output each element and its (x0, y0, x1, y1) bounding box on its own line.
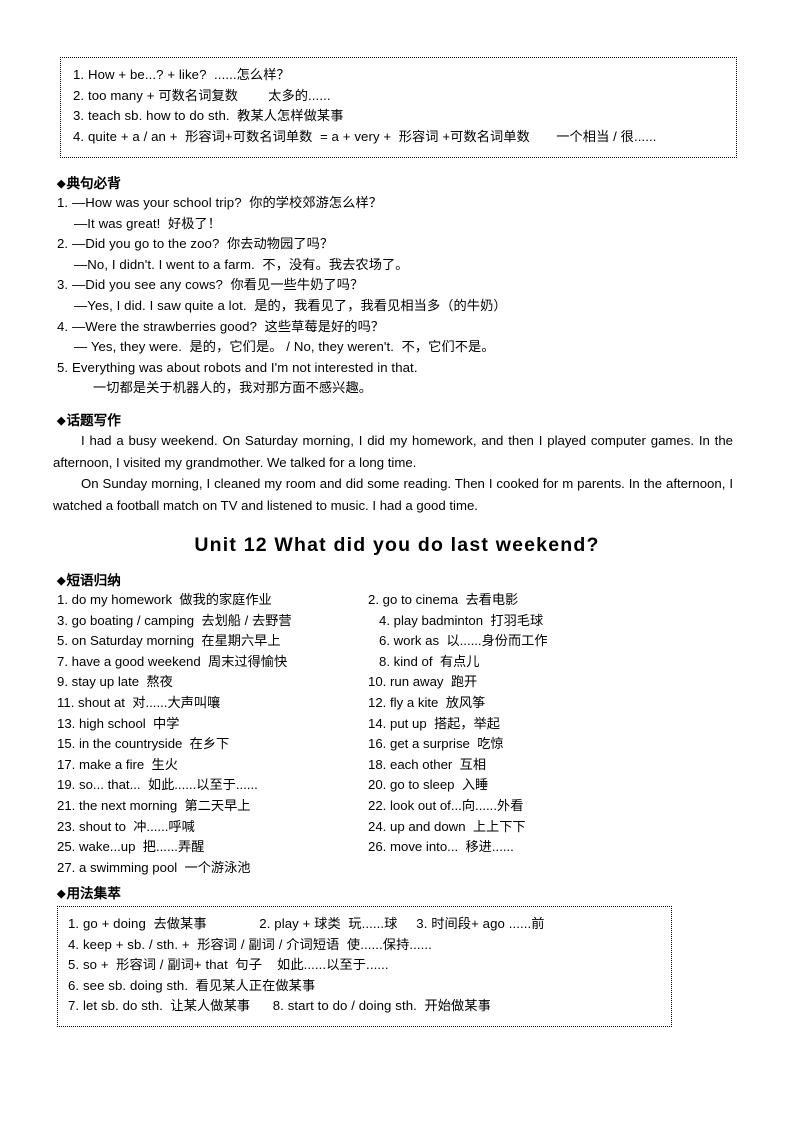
phrase-row: 11. shout at 对......大声叫嚷 12. fly a kite … (57, 693, 757, 714)
key-sentences-heading-label: 典句必背 (66, 176, 121, 191)
grammar-line: 3. teach sb. how to do sth. 教某人怎样做某事 (73, 108, 344, 123)
phrase-item: 24. up and down 上上下下 (368, 818, 526, 834)
phrase-item: 11. shout at 对......大声叫嚷 (57, 694, 221, 710)
key-sentence-line: — Yes, they were. 是的，它们是。 / No, they wer… (74, 339, 495, 355)
phrase-item: 3. go boating / camping 去划船 / 去野营 (57, 612, 292, 628)
usage-heading-label: 用法集萃 (66, 886, 121, 901)
phrase-row: 15. in the countryside 在乡下 16. get a sur… (57, 734, 757, 755)
usage-line: 4. keep + sb. / sth. + 形容词 / 副词 / 介词短语 使… (68, 936, 432, 952)
phrase-item: 9. stay up late 熬夜 (57, 674, 173, 690)
key-sentence-line: —It was great! 好极了！ (74, 215, 222, 231)
diamond-bullet-icon: ◆ (57, 415, 66, 427)
phrase-item: 6. work as 以......身份而工作 (379, 633, 548, 649)
phrase-item: 1. do my homework 做我的家庭作业 (57, 592, 272, 607)
writing-paragraph: I had a busy weekend. On Saturday mornin… (53, 433, 733, 470)
phrases-two-column-list: 1. do my homework 做我的家庭作业 2. go to cinem… (57, 590, 757, 878)
phrase-item: 18. each other 互相 (368, 756, 487, 772)
usage-line: 5. so + 形容词 / 副词+ that 句子 如此......以至于...… (68, 957, 389, 972)
usage-patterns-box: 1. go + doing 去做某事 2. play + 球类 玩......球… (57, 906, 672, 1027)
phrase-item: 17. make a fire 生火 (57, 756, 178, 772)
phrase-item: 4. play badminton 打羽毛球 (379, 612, 544, 628)
phrase-item: 19. so... that... 如此......以至于...... (57, 777, 258, 793)
usage-line: 7. let sb. do sth. 让某人做某事 8. start to do… (68, 998, 491, 1013)
phrases-heading: ◆短语归纳 (57, 571, 121, 591)
phrase-item: 16. get a surprise 吃惊 (368, 736, 504, 752)
grammar-patterns-box: 1. How + be...? + like? ......怎么样？ 2. to… (60, 57, 737, 158)
phrase-row: 1. do my homework 做我的家庭作业 2. go to cinem… (57, 590, 757, 611)
key-sentence-line: 2. —Did you go to the zoo? 你去动物园了吗？ (57, 236, 334, 252)
phrase-item: 14. put up 搭起，举起 (368, 715, 500, 731)
phrase-item: 20. go to sleep 入睡 (368, 777, 489, 793)
usage-patterns-content: 1. go + doing 去做某事 2. play + 球类 玩......球… (58, 907, 671, 1022)
phrase-row: 19. so... that... 如此......以至于...... 20. … (57, 775, 757, 796)
key-sentence-line: —Yes, I did. I saw quite a lot. 是的，我看见了，… (74, 297, 507, 313)
phrase-row: 17. make a fire 生火 18. each other 互相 (57, 755, 757, 776)
phrase-item: 15. in the countryside 在乡下 (57, 736, 230, 752)
phrase-item (368, 858, 757, 879)
phrase-item: 23. shout to 冲......呼喊 (57, 818, 195, 834)
writing-paragraph: On Sunday morning, I cleaned my room and… (53, 476, 733, 513)
writing-heading: ◆话题写作 (57, 411, 121, 431)
phrase-row: 13. high school 中学 14. put up 搭起，举起 (57, 714, 757, 735)
grammar-line: 4. quite + a / an + 形容词+可数名词单数 = a + ver… (73, 128, 657, 144)
phrase-item: 8. kind of 有点儿 (379, 653, 480, 669)
phrase-item: 10. run away 跑开 (368, 674, 478, 690)
phrases-heading-label: 短语归纳 (66, 573, 121, 588)
phrase-item: 13. high school 中学 (57, 715, 180, 731)
usage-line: 6. see sb. doing sth. 看见某人正在做某事 (68, 977, 316, 993)
key-sentence-line: 1. —How was your school trip? 你的学校郊游怎么样？ (57, 195, 383, 210)
diamond-bullet-icon: ◆ (57, 575, 66, 587)
phrase-item: 22. look out of...向......外看 (368, 797, 524, 813)
phrase-item: 12. fly a kite 放风筝 (368, 694, 486, 710)
phrase-item: 2. go to cinema 去看电影 (368, 592, 519, 607)
phrase-item: 26. move into... 移进...... (368, 839, 514, 855)
diamond-bullet-icon: ◆ (57, 178, 66, 190)
grammar-patterns-content: 1. How + be...? + like? ......怎么样？ 2. to… (61, 58, 736, 153)
phrase-row: 25. wake...up 把......弄醒 26. move into...… (57, 837, 757, 858)
phrase-row: 23. shout to 冲......呼喊 24. up and down 上… (57, 817, 757, 838)
key-sentence-line: 4. —Were the strawberries good? 这些草莓是好的吗… (57, 318, 385, 334)
phrase-item: 27. a swimming pool 一个游泳池 (57, 859, 251, 875)
usage-heading: ◆用法集萃 (57, 884, 121, 904)
writing-passage: I had a busy weekend. On Saturday mornin… (53, 430, 733, 516)
phrase-row: 21. the next morning 第二天早上 22. look out … (57, 796, 757, 817)
phrase-item: 5. on Saturday morning 在星期六早上 (57, 633, 281, 649)
phrase-row: 7. have a good weekend 周末过得愉快 8. kind of… (57, 652, 757, 673)
key-sentence-line: 5. Everything was about robots and I'm n… (57, 359, 418, 375)
diamond-bullet-icon: ◆ (57, 888, 66, 900)
key-sentences-heading: ◆典句必背 (57, 174, 121, 194)
phrase-item: 7. have a good weekend 周末过得愉快 (57, 653, 288, 669)
key-sentence-line: 一切都是关于机器人的，我对那方面不感兴趣。 (93, 380, 373, 396)
key-sentence-line: —No, I didn't. I went to a farm. 不，没有。我去… (74, 256, 409, 272)
phrase-item: 21. the next morning 第二天早上 (57, 797, 251, 813)
unit-title: Unit 12 What did you do last weekend? (194, 534, 600, 556)
usage-line: 1. go + doing 去做某事 2. play + 球类 玩......球… (68, 916, 545, 931)
phrase-item: 25. wake...up 把......弄醒 (57, 839, 205, 855)
phrase-row: 3. go boating / camping 去划船 / 去野营 4. pla… (57, 611, 757, 632)
grammar-line: 1. How + be...? + like? ......怎么样？ (73, 67, 290, 82)
key-sentence-line: 3. —Did you see any cows? 你看见一些牛奶了吗？ (57, 277, 364, 293)
document-page: 1. How + be...? + like? ......怎么样？ 2. to… (0, 0, 794, 1123)
grammar-line: 2. too many + 可数名词复数 太多的...... (73, 87, 331, 103)
phrase-row: 27. a swimming pool 一个游泳池 (57, 858, 757, 879)
writing-heading-label: 话题写作 (66, 413, 121, 428)
phrase-row: 5. on Saturday morning 在星期六早上 6. work as… (57, 631, 757, 652)
key-sentences-list: 1. —How was your school trip? 你的学校郊游怎么样？… (57, 193, 747, 399)
phrase-row: 9. stay up late 熬夜 10. run away 跑开 (57, 672, 757, 693)
